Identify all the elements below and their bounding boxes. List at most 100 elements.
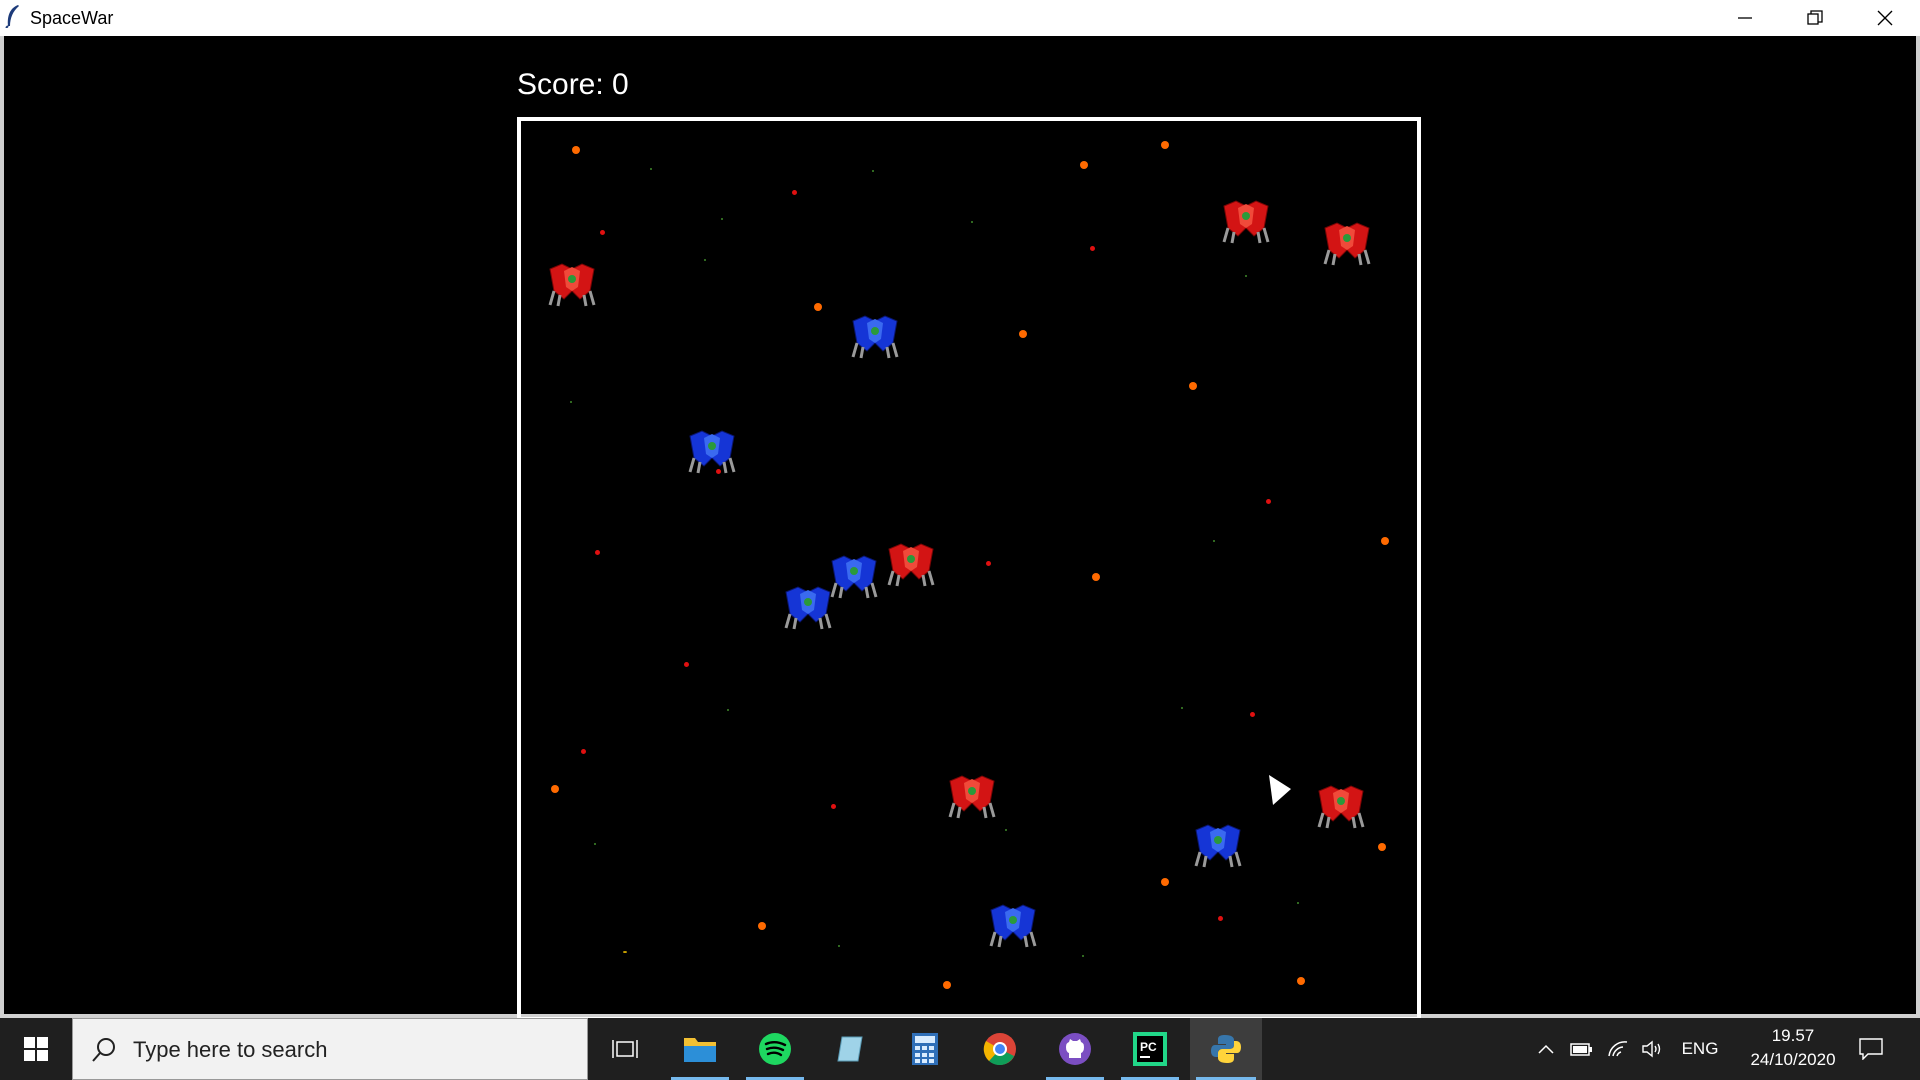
spotify-button[interactable] — [740, 1018, 810, 1080]
calculator-button[interactable] — [890, 1018, 960, 1080]
language-indicator[interactable]: ENG — [1672, 1018, 1728, 1080]
red-particle — [600, 230, 605, 235]
chrome-button[interactable] — [965, 1018, 1035, 1080]
pycharm-button[interactable]: PC — [1115, 1018, 1185, 1080]
start-button[interactable] — [0, 1018, 72, 1080]
game-arena — [517, 117, 1421, 1021]
green-particle — [1181, 707, 1183, 709]
orange-particle — [551, 785, 559, 793]
orange-particle — [1092, 573, 1100, 581]
github-button[interactable] — [1040, 1018, 1110, 1080]
green-particle — [1245, 275, 1247, 277]
red-enemy-ship[interactable] — [1321, 220, 1373, 266]
wifi-button[interactable] — [1602, 1018, 1634, 1080]
task-view-icon — [612, 1040, 638, 1058]
notifications-button[interactable] — [1848, 1018, 1894, 1080]
battery-button[interactable] — [1566, 1018, 1598, 1080]
chrome-icon — [983, 1033, 1016, 1066]
green-particle — [650, 168, 652, 170]
green-particle — [721, 218, 723, 220]
red-particle — [986, 561, 991, 566]
minimize-button[interactable] — [1710, 0, 1780, 36]
clock[interactable]: 19.57 24/10/2020 — [1738, 1024, 1848, 1072]
blue-enemy-ship[interactable] — [686, 428, 738, 474]
orange-particle — [1161, 141, 1169, 149]
window-title: SpaceWar — [30, 8, 114, 28]
chevron-up-icon — [1538, 1044, 1554, 1054]
clock-time: 19.57 — [1771, 1026, 1815, 1045]
game-canvas[interactable]: Score: 0 — [0, 36, 1920, 1021]
github-icon — [1059, 1033, 1091, 1065]
restore-icon — [1807, 10, 1823, 25]
show-hidden-icons-button[interactable] — [1530, 1018, 1562, 1080]
red-particle — [1250, 712, 1255, 717]
battery-icon — [1570, 1043, 1592, 1056]
red-particle — [581, 749, 586, 754]
task-view-button[interactable] — [590, 1018, 660, 1080]
close-button[interactable] — [1850, 0, 1920, 36]
player-arrow-icon[interactable] — [1265, 773, 1295, 807]
window-titlebar: SpaceWar — [0, 0, 1920, 36]
red-particle — [1218, 916, 1223, 921]
orange-particle — [814, 303, 822, 311]
green-particle — [1297, 902, 1299, 904]
orange-particle — [758, 922, 766, 930]
green-particle — [872, 170, 874, 172]
green-particle — [1082, 955, 1084, 957]
close-icon — [1877, 10, 1893, 26]
windows-taskbar: Type here to search PC ENG 19.57 24/10/2… — [0, 1018, 1920, 1080]
green-particle — [623, 951, 627, 953]
red-particle — [792, 190, 797, 195]
orange-particle — [1189, 382, 1197, 390]
green-particle — [570, 401, 572, 403]
blue-enemy-ship[interactable] — [849, 313, 901, 359]
red-particle — [831, 804, 836, 809]
search-placeholder: Type here to search — [133, 1037, 328, 1062]
red-particle — [595, 550, 600, 555]
red-enemy-ship[interactable] — [885, 541, 937, 587]
red-particle — [684, 662, 689, 667]
blue-enemy-ship[interactable] — [782, 584, 834, 630]
blue-enemy-ship[interactable] — [987, 902, 1039, 948]
orange-particle — [1378, 843, 1386, 851]
search-icon — [92, 1038, 115, 1062]
notepad-icon — [837, 1036, 863, 1062]
python-icon — [1211, 1035, 1241, 1063]
green-particle — [1213, 540, 1215, 542]
red-enemy-ship[interactable] — [1315, 783, 1367, 829]
svg-text:PC: PC — [1140, 1040, 1157, 1054]
calculator-icon — [912, 1033, 938, 1065]
pycharm-icon: PC — [1133, 1032, 1167, 1066]
notification-icon — [1859, 1038, 1883, 1060]
orange-particle — [1381, 537, 1389, 545]
orange-particle — [1297, 977, 1305, 985]
file-explorer-icon — [684, 1038, 716, 1062]
speaker-icon — [1642, 1040, 1661, 1058]
blue-enemy-ship[interactable] — [1192, 822, 1244, 868]
windows-logo-icon — [24, 1037, 48, 1061]
feather-icon — [5, 5, 19, 28]
score-label: Score: 0 — [517, 68, 629, 101]
clock-date: 24/10/2020 — [1750, 1050, 1836, 1069]
restore-button[interactable] — [1780, 0, 1850, 36]
volume-button[interactable] — [1636, 1018, 1668, 1080]
spotify-icon — [759, 1033, 791, 1065]
blue-enemy-ship[interactable] — [828, 553, 880, 599]
file-explorer-button[interactable] — [665, 1018, 735, 1080]
orange-particle — [1080, 161, 1088, 169]
orange-particle — [943, 981, 951, 989]
red-particle — [1266, 499, 1271, 504]
notepad-button[interactable] — [815, 1018, 885, 1080]
python-button[interactable] — [1190, 1018, 1262, 1080]
orange-particle — [1161, 878, 1169, 886]
green-particle — [971, 221, 973, 223]
search-input[interactable]: Type here to search — [72, 1018, 588, 1080]
green-particle — [838, 945, 840, 947]
red-enemy-ship[interactable] — [546, 261, 598, 307]
green-particle — [704, 259, 706, 261]
green-particle — [1005, 829, 1007, 831]
wifi-icon — [1608, 1041, 1628, 1057]
green-particle — [727, 709, 729, 711]
red-enemy-ship[interactable] — [1220, 198, 1272, 244]
red-enemy-ship[interactable] — [946, 773, 998, 819]
